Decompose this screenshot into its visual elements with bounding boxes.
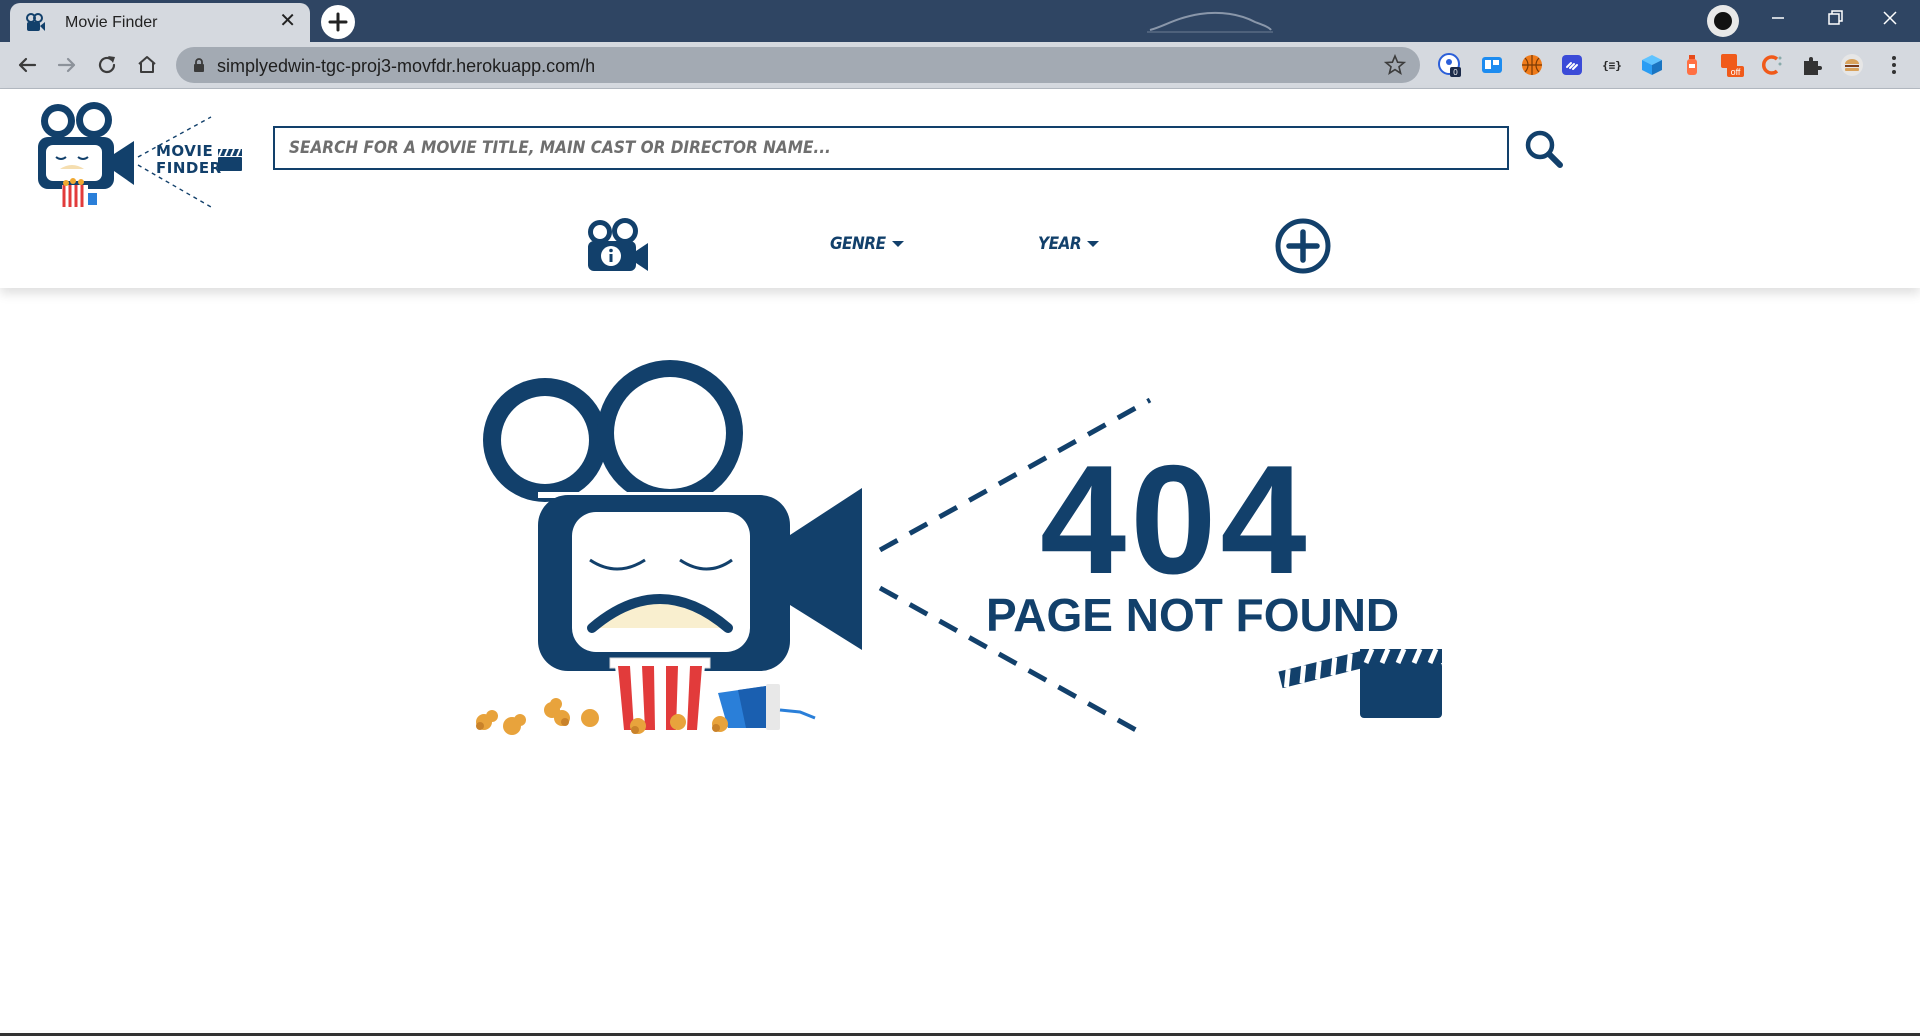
profile-avatar[interactable]: [1707, 5, 1739, 37]
search-icon[interactable]: [1524, 129, 1564, 169]
error-code-heading: 404: [1040, 433, 1311, 606]
car-theme-decoration-icon: [1147, 11, 1273, 33]
browser-toolbar: simplyedwin-tgc-proj3-movfdr.herokuapp.c…: [0, 42, 1920, 89]
error-message-heading: PAGE NOT FOUND: [986, 589, 1400, 641]
trello-extension-icon[interactable]: [1480, 53, 1504, 77]
browser-tab[interactable]: Movie Finder ✕: [10, 3, 310, 42]
window-minimize-button[interactable]: [1750, 0, 1806, 36]
home-icon[interactable]: [133, 51, 161, 79]
svg-text:off: off: [1731, 67, 1741, 77]
back-arrow-icon[interactable]: [13, 51, 41, 79]
puzzle-extensions-icon[interactable]: [1800, 53, 1824, 77]
lock-icon: [194, 58, 204, 72]
chevron-down-icon: [891, 241, 904, 247]
reload-icon[interactable]: [93, 51, 121, 79]
tab-title: Movie Finder: [65, 14, 158, 31]
link-extension-icon[interactable]: [1560, 53, 1584, 77]
json-extension-icon[interactable]: {≡}: [1600, 53, 1624, 77]
svg-text:0: 0: [1453, 68, 1458, 77]
chevron-down-icon: [1087, 241, 1100, 247]
logo-text-line1: MOVIE: [156, 142, 214, 160]
logo-text-line2: FINDER: [156, 159, 222, 177]
box-extension-icon[interactable]: [1640, 53, 1664, 77]
add-movie-plus-icon[interactable]: [1274, 217, 1332, 275]
genre-dropdown-label: GENRE: [830, 234, 886, 254]
year-dropdown-label: YEAR: [1038, 234, 1082, 254]
bottle-extension-icon[interactable]: [1680, 53, 1704, 77]
movie-search-input[interactable]: [273, 126, 1509, 170]
basketball-extension-icon[interactable]: [1520, 53, 1544, 77]
password-manager-extension-icon[interactable]: 0: [1438, 53, 1462, 77]
site-header: MOVIE FINDER GENRE YEAR: [0, 89, 1920, 288]
new-tab-button[interactable]: [321, 5, 355, 39]
burger-extension-icon[interactable]: [1840, 53, 1864, 77]
genre-dropdown[interactable]: GENRE: [830, 234, 904, 254]
address-bar[interactable]: simplyedwin-tgc-proj3-movfdr.herokuapp.c…: [176, 47, 1420, 83]
browser-menu-icon[interactable]: [1882, 53, 1906, 77]
url-text: simplyedwin-tgc-proj3-movfdr.herokuapp.c…: [217, 56, 596, 76]
movie-camera-favicon-icon: [26, 13, 45, 31]
year-dropdown[interactable]: YEAR: [1038, 234, 1100, 254]
tab-close-icon[interactable]: ✕: [279, 11, 296, 31]
c-extension-icon[interactable]: [1760, 53, 1784, 77]
window-restore-button[interactable]: [1806, 0, 1862, 36]
browser-tab-bar: Movie Finder ✕: [0, 0, 1920, 42]
bookmark-star-icon[interactable]: [1384, 54, 1406, 76]
window-close-button[interactable]: [1862, 0, 1918, 36]
plus-icon: [328, 12, 348, 32]
off-extension-icon[interactable]: off: [1720, 53, 1744, 77]
forward-arrow-icon[interactable]: [53, 51, 81, 79]
about-movie-camera-icon[interactable]: [586, 217, 650, 273]
svg-text:{≡}: {≡}: [1602, 59, 1622, 72]
movie-finder-logo[interactable]: [36, 99, 246, 211]
